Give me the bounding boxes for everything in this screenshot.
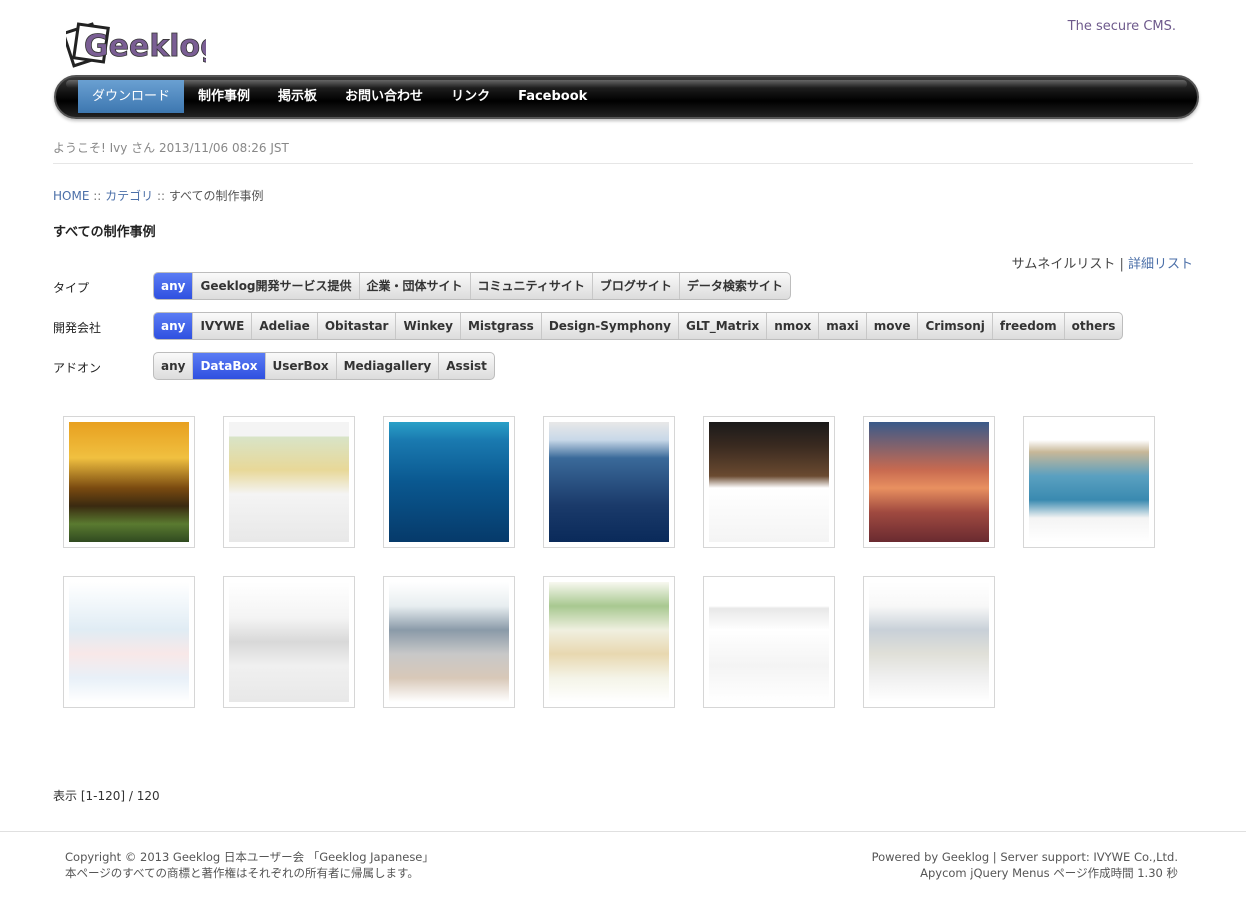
- detail-list-link[interactable]: 詳細リスト: [1128, 257, 1193, 272]
- site-screenshot-image: [229, 422, 349, 542]
- filter-option-button[interactable]: Adeliae: [251, 313, 316, 339]
- breadcrumb-category[interactable]: カテゴリ: [105, 189, 153, 203]
- filter-option-button[interactable]: Design-Symphony: [540, 313, 678, 339]
- thumb-incredible-india[interactable]: [543, 416, 675, 548]
- breadcrumb-separator: ::: [153, 189, 169, 203]
- thumb-community-site[interactable]: [543, 576, 675, 708]
- thumb-global-travel[interactable]: [1023, 416, 1155, 548]
- site-screenshot-image: [709, 582, 829, 702]
- site-screenshot-image: [69, 422, 189, 542]
- site-screenshot-image: [389, 582, 509, 702]
- welcome-message: ようこそ! Ivy さん 2013/11/06 08:26 JST: [53, 141, 289, 155]
- thumb-school-site[interactable]: [63, 576, 195, 708]
- powered-by-text: Powered by Geeklog | Server support: IVY…: [871, 850, 1178, 864]
- site-screenshot-image: [869, 582, 989, 702]
- filter-option-button[interactable]: Obitastar: [316, 313, 396, 339]
- footer-right: Powered by Geeklog | Server support: IVY…: [872, 849, 1178, 881]
- breadcrumb: HOME :: カテゴリ :: すべての制作事例: [53, 187, 264, 204]
- breadcrumb-separator: ::: [89, 189, 106, 203]
- page-title: すべての制作事例: [53, 225, 156, 240]
- breadcrumb-home[interactable]: HOME: [53, 189, 89, 203]
- filter-option-button[interactable]: move: [865, 313, 918, 339]
- thumb-hotel-site[interactable]: [703, 416, 835, 548]
- copyright-text: Copyright © 2013 Geeklog 日本ユーザー会 「Geeklo…: [65, 850, 434, 864]
- thumb-map-search[interactable]: [863, 576, 995, 708]
- main-nav: ダウンロード 制作事例 掲示板 お問い合わせ リンク Facebook: [54, 75, 1199, 119]
- view-link-separator: |: [1115, 257, 1128, 272]
- thumb-diving[interactable]: [383, 416, 515, 548]
- filter-option-button[interactable]: IVYWE: [192, 313, 251, 339]
- filter-option-button[interactable]: nmox: [766, 313, 818, 339]
- filter-option-button[interactable]: any: [154, 353, 192, 379]
- logo-text: Geeklog: [84, 29, 206, 64]
- site-screenshot-image: [389, 422, 509, 542]
- filter-option-button[interactable]: コミュニティサイト: [469, 273, 592, 299]
- filter-option-button[interactable]: DataBox: [192, 353, 265, 379]
- nav-item[interactable]: ダウンロード: [78, 80, 185, 113]
- filter-option-button[interactable]: Crimsonj: [917, 313, 991, 339]
- thumb-map-site[interactable]: [223, 416, 355, 548]
- filter-button-group: any Geeklog開発サービス提供 企業・団体サイト コミュニティサイト ブログサイ…: [153, 272, 791, 300]
- filter-option-button[interactable]: any: [154, 273, 193, 299]
- thumb-hawaii-mice[interactable]: [863, 416, 995, 548]
- tagline: The secure CMS.: [1067, 19, 1176, 34]
- site-screenshot-image: [549, 582, 669, 702]
- result-count: 表示 [1-120] / 120: [53, 789, 160, 803]
- filter-option-button[interactable]: Mediagallery: [335, 353, 439, 379]
- filter-option-button[interactable]: freedom: [991, 313, 1064, 339]
- nav-item[interactable]: Facebook: [504, 80, 601, 113]
- geeklog-logo[interactable]: Geeklog: [66, 22, 206, 72]
- filter-option-button[interactable]: データ検索サイト: [678, 273, 790, 299]
- rights-text: 本ページのすべての商標と著作権はそれぞれの所有者に帰属します。: [65, 866, 419, 880]
- site-screenshot-image: [1029, 422, 1149, 542]
- footer-divider: [0, 831, 1246, 832]
- filter-option-button[interactable]: Geeklog開発サービス提供: [192, 273, 358, 299]
- filter-option-button[interactable]: ブログサイト: [591, 273, 679, 299]
- filter-label: アドオン: [53, 361, 102, 375]
- divider: [53, 163, 1193, 164]
- view-mode-links: サムネイルリスト | 詳細リスト: [1012, 253, 1193, 272]
- filter-option-button[interactable]: others: [1063, 313, 1123, 339]
- nav-item[interactable]: 制作事例: [184, 80, 264, 113]
- thumb-bus-site[interactable]: [383, 576, 515, 708]
- nav-item[interactable]: 掲示板: [264, 80, 331, 113]
- filter-option-button[interactable]: Assist: [438, 353, 494, 379]
- breadcrumb-current: すべての制作事例: [168, 189, 264, 203]
- filter-option-button[interactable]: GLT_Matrix: [678, 313, 766, 339]
- footer-left: Copyright © 2013 Geeklog 日本ユーザー会 「Geeklo…: [65, 849, 434, 881]
- filter-label: 開発会社: [53, 321, 102, 335]
- nav-item[interactable]: リンク: [437, 80, 504, 113]
- filter-option-button[interactable]: Winkey: [395, 313, 460, 339]
- thumb-portal-site[interactable]: [223, 576, 355, 708]
- filter-option-button[interactable]: UserBox: [264, 353, 336, 379]
- menus-credit-text: Apycom jQuery Menus ページ作成時間 1.30 秒: [920, 866, 1178, 880]
- thumbnail-list-link[interactable]: サムネイルリスト: [1012, 257, 1116, 272]
- filter-button-group: any IVYWE Adeliae Obitastar Winkey Mistgrass D…: [153, 312, 1124, 340]
- nav-item[interactable]: お問い合わせ: [331, 80, 437, 113]
- site-screenshot-image: [869, 422, 989, 542]
- thumb-geeklog-japanese[interactable]: [703, 576, 835, 708]
- site-screenshot-image: [229, 582, 349, 702]
- site-screenshot-image: [709, 422, 829, 542]
- filter-option-button[interactable]: maxi: [818, 313, 865, 339]
- site-screenshot-image: [549, 422, 669, 542]
- filter-label: タイプ: [53, 281, 90, 295]
- filter-button-group: any DataBox UserBox Mediagallery Assist: [153, 352, 495, 380]
- filter-option-button[interactable]: 企業・団体サイト: [358, 273, 470, 299]
- site-screenshot-image: [69, 582, 189, 702]
- filter-option-button[interactable]: Mistgrass: [459, 313, 541, 339]
- filter-option-button[interactable]: any: [154, 313, 193, 339]
- thumb-amanasia[interactable]: [63, 416, 195, 548]
